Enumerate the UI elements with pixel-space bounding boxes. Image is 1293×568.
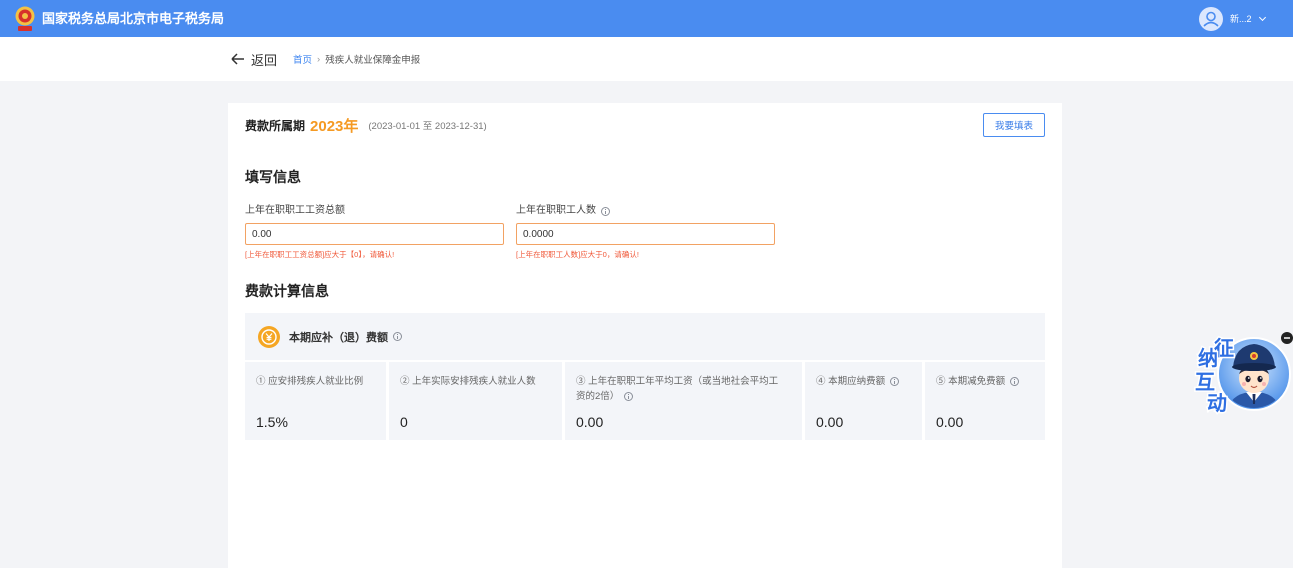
calc-item-label: ③ 上年在职职工年平均工资（或当地社会平均工资的2倍） — [576, 376, 779, 402]
salary-total-field: 上年在职职工工资总额 [上年在职职工工资总额]应大于【0】，请确认! — [245, 203, 504, 263]
minus-circle-icon[interactable] — [1281, 332, 1293, 344]
site-title[interactable]: 国家税务总局北京市电子税务局 — [42, 0, 224, 37]
fill-info-title: 填写信息 — [245, 169, 301, 185]
field-error-message: [上年在职职工人数]应大于0，请确认! — [516, 250, 639, 259]
calc-items: ① 应安排残疾人就业比例 1.5% ② 上年实际安排残疾人就业人数 0 ③ 上年… — [245, 362, 1045, 440]
calc-item-value: 0.00 — [576, 414, 604, 430]
calc-item-label: ② 上年实际安排残疾人就业人数 — [400, 376, 536, 387]
calc-item-label: ① 应安排残疾人就业比例 — [256, 376, 364, 387]
back-label: 返回 — [251, 52, 278, 68]
sub-navigation: 返回 首页 › 残疾人就业保障金申报 — [0, 37, 1293, 81]
top-header: 国家税务总局北京市电子税务局 新...2 — [0, 0, 1293, 37]
user-avatar-icon[interactable] — [1199, 6, 1223, 31]
period-year: 2023年 — [310, 117, 359, 135]
calc-item-label: ⑤ 本期减免费额 — [936, 376, 1006, 387]
info-icon[interactable] — [601, 206, 610, 216]
arrow-left-icon — [231, 53, 244, 65]
info-icon[interactable] — [393, 332, 402, 341]
breadcrumb-home-link[interactable]: 首页 — [293, 52, 312, 66]
field-label: 上年在职职工工资总额 — [245, 203, 504, 219]
calc-item-average-salary: ③ 上年在职职工年平均工资（或当地社会平均工资的2倍） 0.00 — [565, 362, 802, 440]
info-icon[interactable] — [1010, 376, 1020, 386]
calc-item-label-row: ⑤ 本期减免费额 — [936, 374, 1034, 389]
breadcrumb: 首页 › 残疾人就业保障金申报 — [293, 37, 420, 81]
salary-total-input[interactable] — [245, 223, 504, 245]
calc-item-value: 0 — [400, 414, 408, 430]
calc-item-payable-fee: ④ 本期应纳费额 0.00 — [805, 362, 922, 440]
period-label: 费款所属期 — [245, 118, 306, 133]
user-name[interactable]: 新...2 — [1230, 12, 1252, 25]
declaration-card: 费款所属期 2023年 (2023-01-01 至 2023-12-31) 我要… — [228, 103, 1062, 568]
calc-item-value: 1.5% — [256, 414, 288, 430]
yuan-coin-icon — [258, 325, 280, 348]
back-button[interactable]: 返回 — [231, 37, 277, 81]
period-range: (2023-01-01 至 2023-12-31) — [368, 121, 487, 132]
calc-item-exempt-fee: ⑤ 本期减免费额 0.00 — [925, 362, 1045, 440]
calc-item-employment-ratio: ① 应安排残疾人就业比例 1.5% — [245, 362, 386, 440]
fill-form-button[interactable]: 我要填表 — [983, 113, 1045, 137]
field-label-text: 上年在职职工工资总额 — [245, 205, 345, 216]
interaction-float-widget[interactable]: 征 纳 互 动 — [1193, 326, 1293, 416]
breadcrumb-current: 残疾人就业保障金申报 — [325, 55, 421, 66]
employee-count-field: 上年在职职工人数 [上年在职职工人数]应大于0，请确认! — [516, 203, 775, 263]
fee-calculation-panel: 本期应补（退）费额 ① 应安排残疾人就业比例 1.5% ② 上年实际安排残疾人就… — [245, 313, 1045, 440]
widget-char-hu: 互 — [1195, 372, 1215, 394]
employee-count-input[interactable] — [516, 223, 775, 245]
field-error-message: [上年在职职工工资总额]应大于【0】，请确认! — [245, 250, 395, 259]
info-icon[interactable] — [890, 376, 900, 386]
summary-header: 本期应补（退）费额 — [245, 313, 1045, 360]
calc-item-value: 0.00 — [816, 414, 844, 430]
widget-char-dong: 动 — [1207, 392, 1227, 415]
calc-info-title: 费款计算信息 — [245, 283, 329, 299]
info-icon[interactable] — [624, 391, 634, 401]
tax-emblem-icon[interactable] — [13, 5, 37, 32]
summary-label: 本期应补（退）费额 — [289, 331, 388, 344]
calc-item-value: 0.00 — [936, 414, 964, 430]
field-label-text: 上年在职职工人数 — [516, 205, 596, 216]
calc-item-label: ④ 本期应纳费额 — [816, 376, 886, 387]
breadcrumb-separator: › — [317, 53, 321, 65]
calc-item-label-row: ④ 本期应纳费额 — [816, 374, 911, 389]
calc-item-label-row: ③ 上年在职职工年平均工资（或当地社会平均工资的2倍） — [576, 374, 787, 404]
fee-period: 费款所属期 2023年 (2023-01-01 至 2023-12-31) — [245, 115, 487, 135]
widget-char-na: 纳 — [1198, 346, 1218, 370]
user-menu[interactable]: 新...2 — [1199, 0, 1266, 37]
field-label: 上年在职职工人数 — [516, 203, 775, 219]
chevron-down-icon[interactable] — [1258, 13, 1266, 21]
calc-item-actual-employed: ② 上年实际安排残疾人就业人数 0 — [389, 362, 562, 440]
